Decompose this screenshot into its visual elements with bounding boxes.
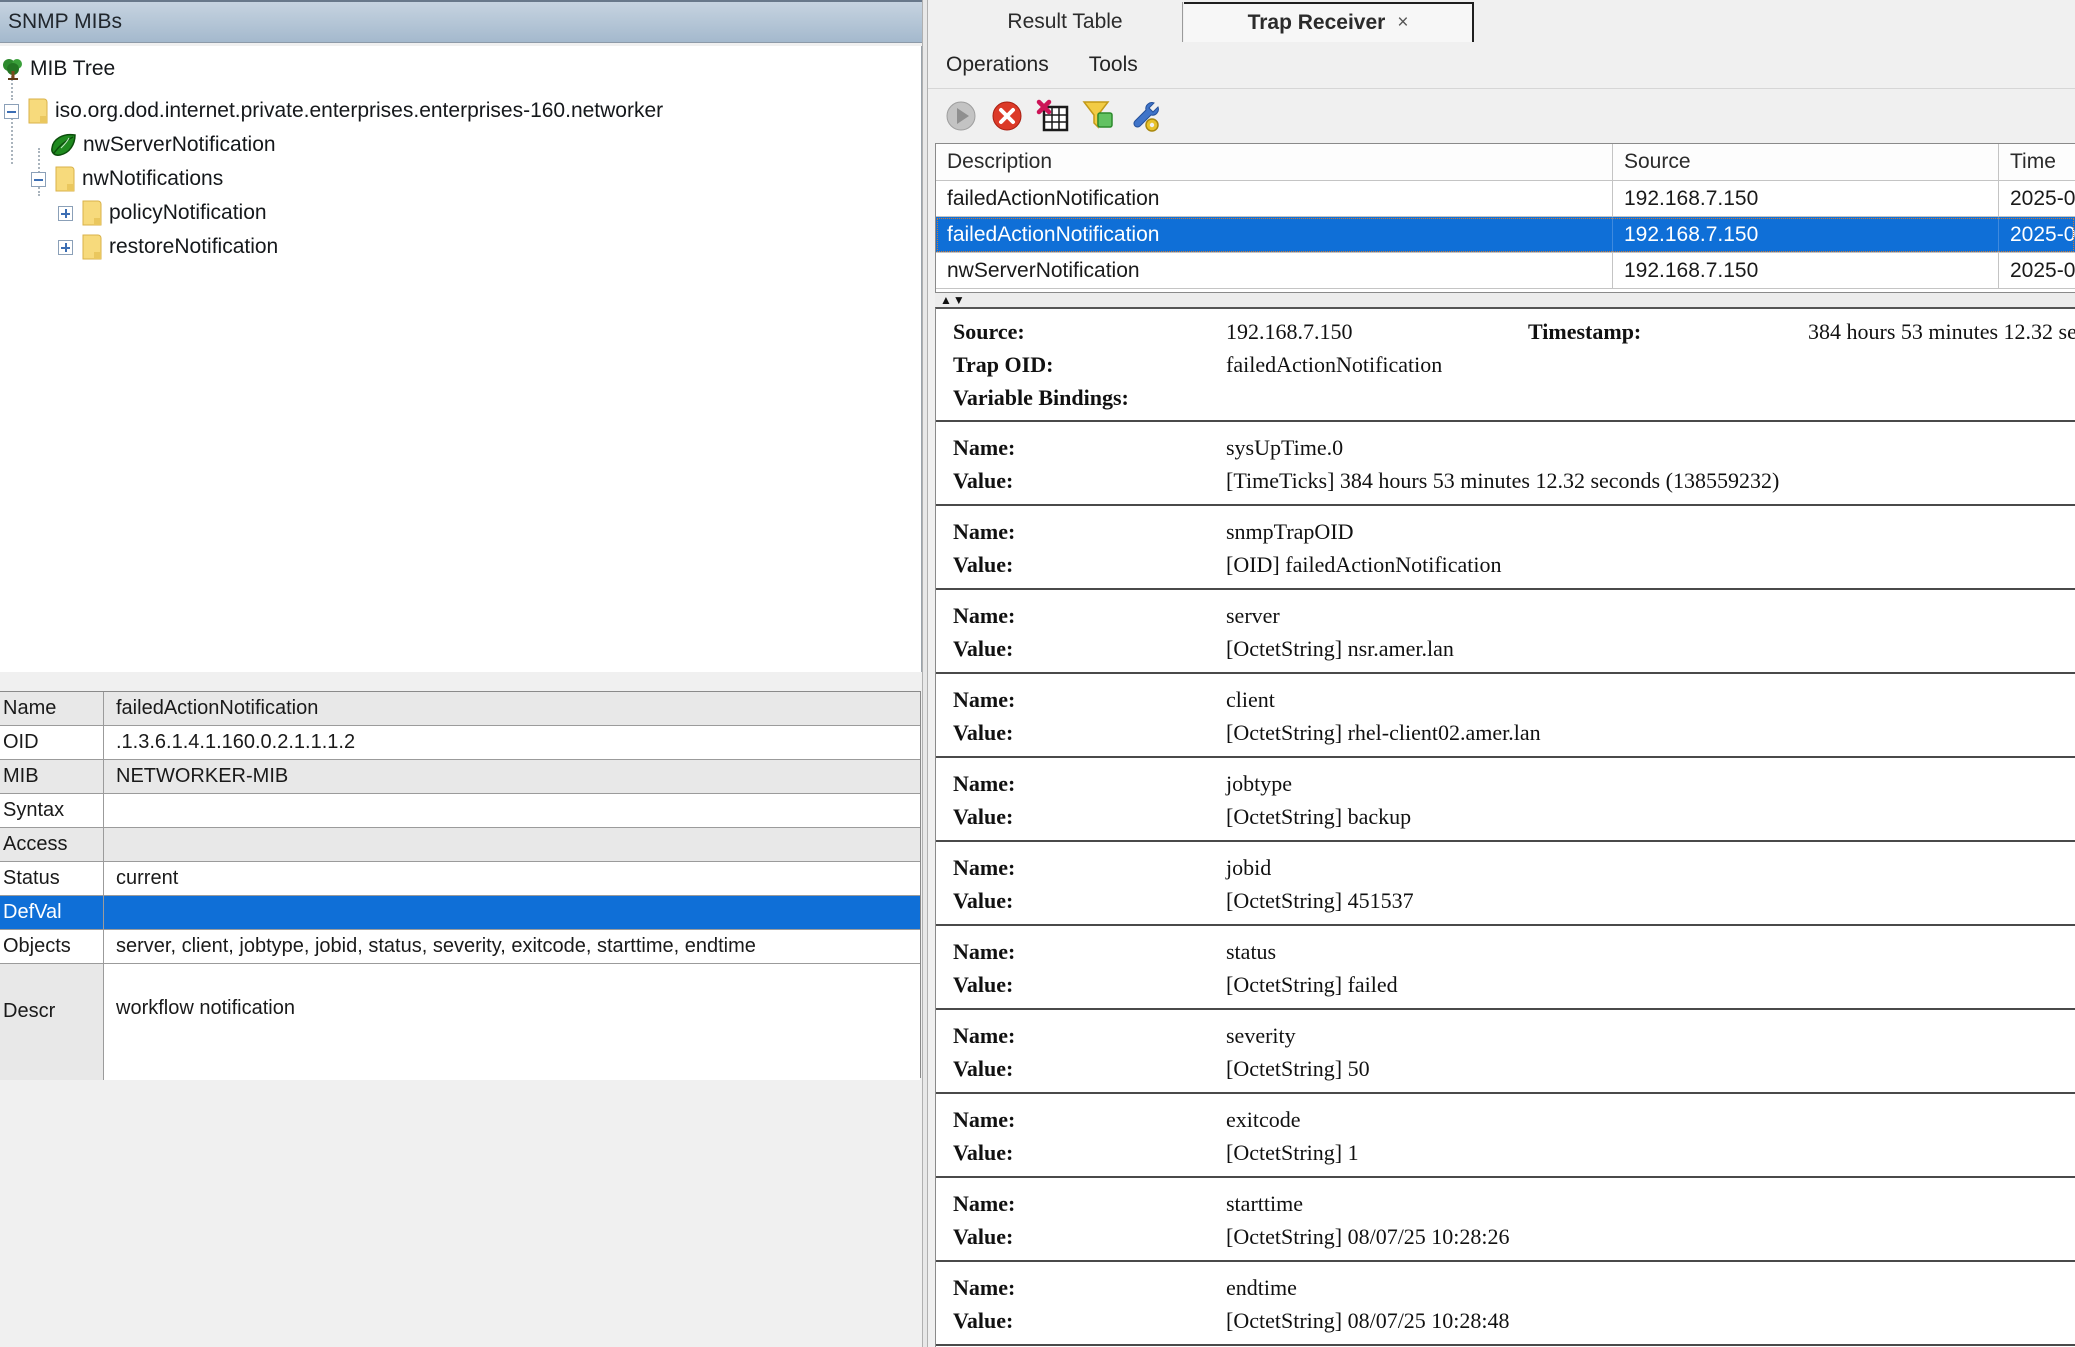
varbind-starttime: Name:starttime Value:[OctetString] 08/07… xyxy=(936,1178,2075,1262)
menu-operations[interactable]: Operations xyxy=(946,53,1049,77)
property-row-oid[interactable]: OID .1.3.6.1.4.1.160.0.2.1.1.1.2 xyxy=(0,726,920,760)
trap-list-table: Description Source Time failedActionNoti… xyxy=(935,143,2075,293)
menu-bar: Operations Tools xyxy=(928,42,2075,89)
tab-bar: Result Table Trap Receiver × xyxy=(928,0,2075,42)
varbind-endtime: Name:endtime Value:[OctetString] 08/07/2… xyxy=(936,1262,2075,1346)
column-header-source[interactable]: Source xyxy=(1613,144,1999,180)
tab-result-table[interactable]: Result Table xyxy=(948,2,1183,42)
close-tab-icon[interactable]: × xyxy=(1397,12,1408,34)
source-value: 192.168.7.150 xyxy=(1226,315,1353,348)
settings-button[interactable] xyxy=(1128,99,1162,133)
property-row-status[interactable]: Status current xyxy=(0,862,920,896)
tree-icon xyxy=(2,57,24,81)
expand-icon[interactable] xyxy=(58,240,73,255)
varbind-jobtype: Name:jobtype Value:[OctetString] backup xyxy=(936,758,2075,842)
column-header-time[interactable]: Time xyxy=(1999,144,2075,180)
trap-receiver-panel: Result Table Trap Receiver × Operations … xyxy=(928,0,2075,1347)
detail-splitter-horizontal[interactable]: ▲▼ xyxy=(935,293,2075,307)
varbind-jobid: Name:jobid Value:[OctetString] 451537 xyxy=(936,842,2075,926)
tree-item-mib-tree[interactable]: MIB Tree xyxy=(2,52,115,86)
column-header-description[interactable]: Description xyxy=(936,144,1613,180)
clear-table-button[interactable] xyxy=(1036,99,1070,133)
tree-item-nwnotifications[interactable]: nwNotifications xyxy=(31,162,223,196)
mib-node-properties-table: Name failedActionNotification OID .1.3.6… xyxy=(0,691,921,1078)
menu-tools[interactable]: Tools xyxy=(1089,53,1138,77)
property-row-syntax[interactable]: Syntax xyxy=(0,794,920,828)
folder-icon xyxy=(81,234,103,260)
tree-item-label: nwNotifications xyxy=(82,167,223,191)
clear-table-icon xyxy=(1036,99,1070,133)
mib-tree: MIB Tree iso.org.dod.internet.private.en… xyxy=(0,46,922,672)
collapse-icon[interactable] xyxy=(4,104,19,119)
tree-item-restorenotification[interactable]: restoreNotification xyxy=(58,230,278,264)
expand-icon[interactable] xyxy=(58,206,73,221)
varbind-snmptrapoid: Name:snmpTrapOID Value:[OID] failedActio… xyxy=(936,506,2075,590)
trap-row-selected[interactable]: failedActionNotification 192.168.7.150 2… xyxy=(936,217,2075,253)
filter-button[interactable] xyxy=(1082,99,1116,133)
trap-row[interactable]: nwServerNotification 192.168.7.150 2025-… xyxy=(936,253,2075,289)
varbind-status: Name:status Value:[OctetString] failed xyxy=(936,926,2075,1010)
folder-icon xyxy=(81,200,103,226)
timestamp-value: 384 hours 53 minutes 12.32 seconds xyxy=(1808,315,2075,348)
collapse-icon[interactable] xyxy=(31,172,46,187)
play-icon xyxy=(945,100,977,132)
stop-icon xyxy=(991,100,1023,132)
leaf-icon xyxy=(49,132,77,158)
start-trap-receiver-button[interactable] xyxy=(944,99,978,133)
trap-table-header: Description Source Time xyxy=(936,144,2075,181)
varbind-severity: Name:severity Value:[OctetString] 50 xyxy=(936,1010,2075,1094)
varbind-exitcode: Name:exitcode Value:[OctetString] 1 xyxy=(936,1094,2075,1178)
splitter-collapse-icons[interactable]: ▲▼ xyxy=(940,295,966,305)
varbind-sysuptime: Name:sysUpTime.0 Value:[TimeTicks] 384 h… xyxy=(936,422,2075,506)
tab-trap-receiver[interactable]: Trap Receiver × xyxy=(1184,2,1474,42)
timestamp-label: Timestamp: xyxy=(1528,315,1641,348)
stop-trap-receiver-button[interactable] xyxy=(990,99,1024,133)
snmp-mib-browser-window: SNMP MIBs MIB Tree xyxy=(0,0,2075,1347)
source-label: Source: xyxy=(936,315,1226,348)
varbind-client: Name:client Value:[OctetString] rhel-cli… xyxy=(936,674,2075,758)
tree-item-label: restoreNotification xyxy=(109,235,278,259)
property-row-objects[interactable]: Objects server, client, jobtype, jobid, … xyxy=(0,930,920,964)
variable-bindings-label: Variable Bindings: xyxy=(936,381,1226,414)
mib-panel: SNMP MIBs MIB Tree xyxy=(0,0,922,1347)
property-row-name[interactable]: Name failedActionNotification xyxy=(0,692,920,726)
trap-row[interactable]: failedActionNotification 192.168.7.150 2… xyxy=(936,181,2075,217)
property-row-defval-selected[interactable]: DefVal xyxy=(0,896,920,930)
tree-item-label: policyNotification xyxy=(109,201,267,225)
trap-detail-header: Source: 192.168.7.150 Timestamp: 384 hou… xyxy=(936,309,2075,422)
tree-item-policynotification[interactable]: policyNotification xyxy=(58,196,267,230)
property-row-mib[interactable]: MIB NETWORKER-MIB xyxy=(0,760,920,794)
tree-item-networker[interactable]: iso.org.dod.internet.private.enterprises… xyxy=(4,94,663,128)
filter-icon xyxy=(1082,99,1116,133)
property-row-descr[interactable]: Descr workflow notification xyxy=(0,964,920,1080)
tree-item-label: nwServerNotification xyxy=(83,133,276,157)
trap-detail-view: Source: 192.168.7.150 Timestamp: 384 hou… xyxy=(935,307,2075,1347)
tree-item-label: iso.org.dod.internet.private.enterprises… xyxy=(55,99,663,123)
toolbar xyxy=(928,89,2075,143)
wrench-icon xyxy=(1128,99,1162,133)
trap-oid-label: Trap OID: xyxy=(936,348,1226,381)
folder-icon xyxy=(54,166,76,192)
varbind-server: Name:server Value:[OctetString] nsr.amer… xyxy=(936,590,2075,674)
folder-icon xyxy=(27,98,49,124)
tree-item-label: MIB Tree xyxy=(30,57,115,81)
mib-panel-title: SNMP MIBs xyxy=(0,0,922,43)
property-row-access[interactable]: Access xyxy=(0,828,920,862)
tree-item-nwservernotification[interactable]: nwServerNotification xyxy=(49,128,276,162)
trap-oid-value: failedActionNotification xyxy=(1226,348,1442,381)
